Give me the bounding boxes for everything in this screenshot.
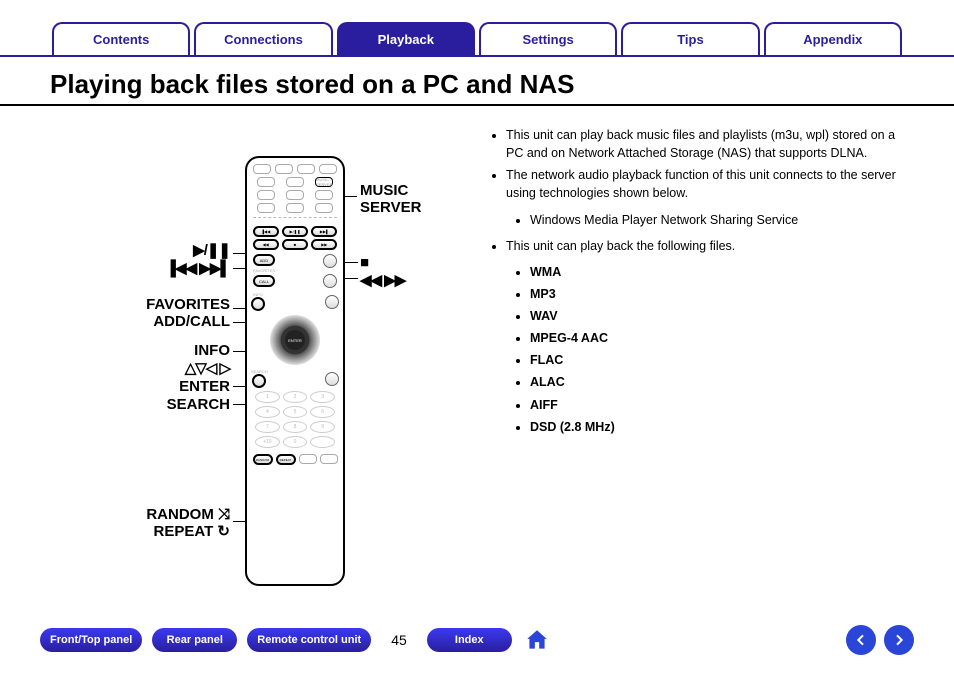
remote-btn bbox=[323, 254, 337, 268]
tab-playback[interactable]: Playback bbox=[337, 22, 475, 55]
bullet-3: This unit can play back the following fi… bbox=[506, 237, 904, 255]
link-front-top-panel[interactable]: Front/Top panel bbox=[40, 628, 142, 653]
remote-btn-repeat: REPEAT bbox=[276, 454, 296, 465]
remote-btn bbox=[319, 164, 337, 174]
remote-diagram: ▶/❚❚ ▐◀◀ ▶▶▌ FAVORITES ADD/CALL INFO △▽◁… bbox=[50, 126, 490, 596]
remote-btn bbox=[286, 190, 304, 200]
callout-repeat: REPEAT ↻ bbox=[50, 523, 230, 540]
remote-btn-ff: ▶▶ bbox=[311, 239, 337, 250]
remote-btn bbox=[286, 203, 304, 213]
remote-btn-add: ADD bbox=[253, 254, 275, 266]
callout-search: SEARCH bbox=[50, 396, 230, 413]
format-item: MPEG-4 AAC bbox=[530, 329, 904, 347]
bullet-2: The network audio playback function of t… bbox=[506, 166, 904, 202]
callout-stop: ■ bbox=[360, 254, 368, 271]
remote-btn bbox=[257, 203, 275, 213]
bottom-bar: Front/Top panel Rear panel Remote contro… bbox=[0, 625, 954, 655]
main-content: ▶/❚❚ ▐◀◀ ▶▶▌ FAVORITES ADD/CALL INFO △▽◁… bbox=[0, 116, 954, 596]
remote-btn bbox=[323, 274, 337, 288]
format-item: DSD (2.8 MHz) bbox=[530, 418, 904, 436]
info-text: This unit can play back music files and … bbox=[490, 126, 904, 596]
page-title: Playing back files stored on a PC and NA… bbox=[0, 57, 954, 106]
remote-btn bbox=[325, 372, 339, 386]
remote-btn-call: CALL bbox=[253, 275, 275, 287]
remote-btn bbox=[315, 190, 333, 200]
remote-btn bbox=[257, 177, 275, 187]
format-item: WAV bbox=[530, 307, 904, 325]
callout-play-pause: ▶/❚❚ bbox=[50, 242, 230, 259]
tab-tips[interactable]: Tips bbox=[621, 22, 759, 55]
link-rear-panel[interactable]: Rear panel bbox=[152, 628, 237, 653]
format-item: ALAC bbox=[530, 373, 904, 391]
remote-btn-music-server: MUSIC SERVER bbox=[315, 177, 333, 187]
remote-btn bbox=[253, 164, 271, 174]
remote-btn-random: RANDOM bbox=[253, 454, 273, 465]
callout-addcall: ADD/CALL bbox=[50, 313, 230, 330]
link-index[interactable]: Index bbox=[427, 628, 512, 653]
remote-btn-stop: ■ bbox=[282, 239, 308, 250]
tab-contents[interactable]: Contents bbox=[52, 22, 190, 55]
remote-btn-search bbox=[252, 374, 266, 388]
format-item: WMA bbox=[530, 263, 904, 281]
format-item: AIFF bbox=[530, 396, 904, 414]
callout-cursors: △▽◁ ▷ bbox=[50, 360, 230, 377]
bullet-1: This unit can play back music files and … bbox=[506, 126, 904, 162]
callout-favorites: FAVORITES bbox=[50, 296, 230, 313]
remote-btn bbox=[297, 164, 315, 174]
remote-label-favorites: FAVORITES bbox=[253, 268, 275, 273]
remote-btn-next: ▶▶▌ bbox=[311, 226, 337, 237]
callout-music-server-2: SERVER bbox=[360, 199, 421, 216]
prev-page-button[interactable] bbox=[846, 625, 876, 655]
format-list: WMA MP3 WAV MPEG-4 AAC FLAC ALAC AIFF DS… bbox=[490, 263, 904, 436]
remote-btn bbox=[325, 295, 339, 309]
next-page-button[interactable] bbox=[884, 625, 914, 655]
callout-rew-ff: ◀◀ ▶▶ bbox=[360, 272, 405, 289]
home-icon[interactable] bbox=[522, 625, 552, 655]
remote-btn bbox=[286, 177, 304, 187]
remote-numpad: 123 456 789 +100 bbox=[247, 388, 343, 451]
remote-btn bbox=[257, 190, 275, 200]
remote-btn-info bbox=[251, 297, 265, 311]
tab-bar: Contents Connections Playback Settings T… bbox=[0, 0, 954, 57]
callout-random: RANDOM ⤨ bbox=[50, 506, 230, 523]
remote-btn-rew: ◀◀ bbox=[253, 239, 279, 250]
format-item: FLAC bbox=[530, 351, 904, 369]
tab-connections[interactable]: Connections bbox=[194, 22, 332, 55]
remote-btn bbox=[275, 164, 293, 174]
callout-music-server-1: MUSIC bbox=[360, 182, 408, 199]
remote-btn-enter: ENTER bbox=[285, 330, 305, 350]
callout-enter: ENTER bbox=[50, 378, 230, 395]
remote-dpad: ENTER bbox=[270, 315, 320, 365]
remote-btn bbox=[320, 454, 338, 464]
page-number: 45 bbox=[381, 632, 417, 648]
bullet-2a: Windows Media Player Network Sharing Ser… bbox=[530, 211, 904, 229]
tab-settings[interactable]: Settings bbox=[479, 22, 617, 55]
format-item: MP3 bbox=[530, 285, 904, 303]
callout-skip: ▐◀◀ ▶▶▌ bbox=[50, 260, 230, 277]
callout-info: INFO bbox=[50, 342, 230, 359]
remote-btn-playpause: ▶/❚❚ bbox=[282, 226, 308, 237]
remote-btn-prev: ▐◀◀ bbox=[253, 226, 279, 237]
tab-appendix[interactable]: Appendix bbox=[764, 22, 902, 55]
link-remote-control-unit[interactable]: Remote control unit bbox=[247, 628, 371, 653]
remote-btn bbox=[299, 454, 317, 464]
remote-btn bbox=[315, 203, 333, 213]
remote-unit: MUSIC SERVER ▐◀◀ ▶/❚❚ ▶▶▌ ◀◀ ■ ▶▶ ADD FA… bbox=[245, 156, 345, 586]
